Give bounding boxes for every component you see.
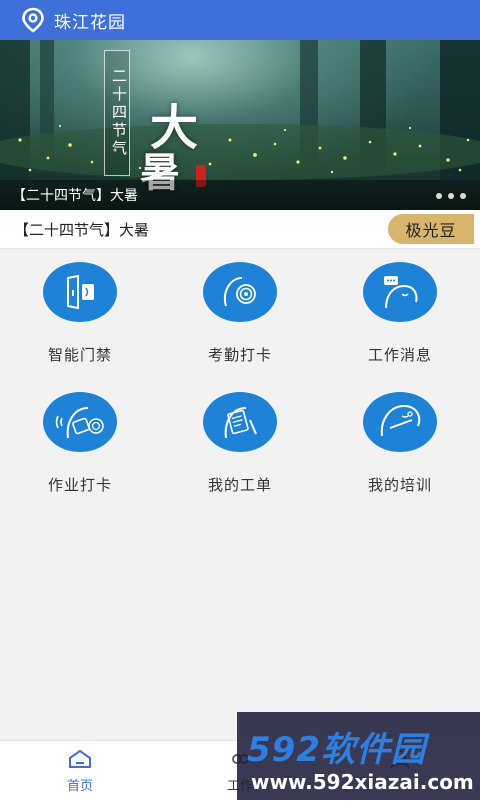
- news-title[interactable]: 【二十四节气】大暑: [14, 219, 149, 240]
- carousel-indicator[interactable]: [436, 193, 466, 199]
- carousel-dot[interactable]: [448, 193, 454, 199]
- app-label: 工作消息: [367, 346, 432, 364]
- app-label: 考勤打卡: [207, 346, 272, 364]
- news-row[interactable]: 【二十四节气】大暑 极光豆: [0, 210, 480, 249]
- training-icon[interactable]: [363, 392, 437, 452]
- banner-caption: 【二十四节气】大暑: [12, 188, 138, 204]
- app-work-orders[interactable]: 我的工单: [160, 390, 320, 520]
- points-button[interactable]: 极光豆: [388, 214, 474, 244]
- app-label: 智能门禁: [47, 346, 112, 364]
- nav-home-label: 首页: [66, 779, 93, 794]
- app-header: 珠江花园: [0, 0, 480, 40]
- app-work-messages[interactable]: 工作消息: [320, 260, 480, 390]
- nfc-card-tap-icon[interactable]: [43, 392, 117, 452]
- banner-caption-bar: 【二十四节气】大暑: [0, 180, 480, 210]
- app-attendance[interactable]: 考勤打卡: [160, 260, 320, 390]
- app-label: 我的培训: [367, 476, 432, 494]
- message-chat-icon[interactable]: [363, 262, 437, 322]
- carousel-dot[interactable]: [460, 193, 466, 199]
- app-grid: 智能门禁 考勤打卡 工作消息 作业打卡 我的工单 我的培训: [0, 260, 480, 520]
- banner-carousel[interactable]: 二十四节气 大 暑 【二十四节气】大暑: [0, 40, 480, 210]
- carousel-dot[interactable]: [436, 193, 442, 199]
- app-door-access[interactable]: 智能门禁: [0, 260, 160, 390]
- location-pin-icon[interactable]: [20, 7, 46, 33]
- site-watermark: 592软件园 www.592xiazai.com: [237, 712, 480, 800]
- app-training[interactable]: 我的培训: [320, 390, 480, 520]
- watermark-url: www.592xiazai.com: [251, 770, 474, 794]
- community-name[interactable]: 珠江花园: [54, 8, 126, 33]
- app-label: 作业打卡: [47, 476, 112, 494]
- app-task-checkin[interactable]: 作业打卡: [0, 390, 160, 520]
- app-label: 我的工单: [207, 476, 272, 494]
- door-access-icon[interactable]: [43, 262, 117, 322]
- watermark-brand: 592软件园: [247, 730, 426, 770]
- work-order-icon[interactable]: [203, 392, 277, 452]
- fingerprint-checkin-icon[interactable]: [203, 262, 277, 322]
- solar-term-vertical-label: 二十四节气: [104, 50, 130, 176]
- nav-home[interactable]: 首页: [0, 741, 160, 801]
- home-icon: [69, 749, 91, 768]
